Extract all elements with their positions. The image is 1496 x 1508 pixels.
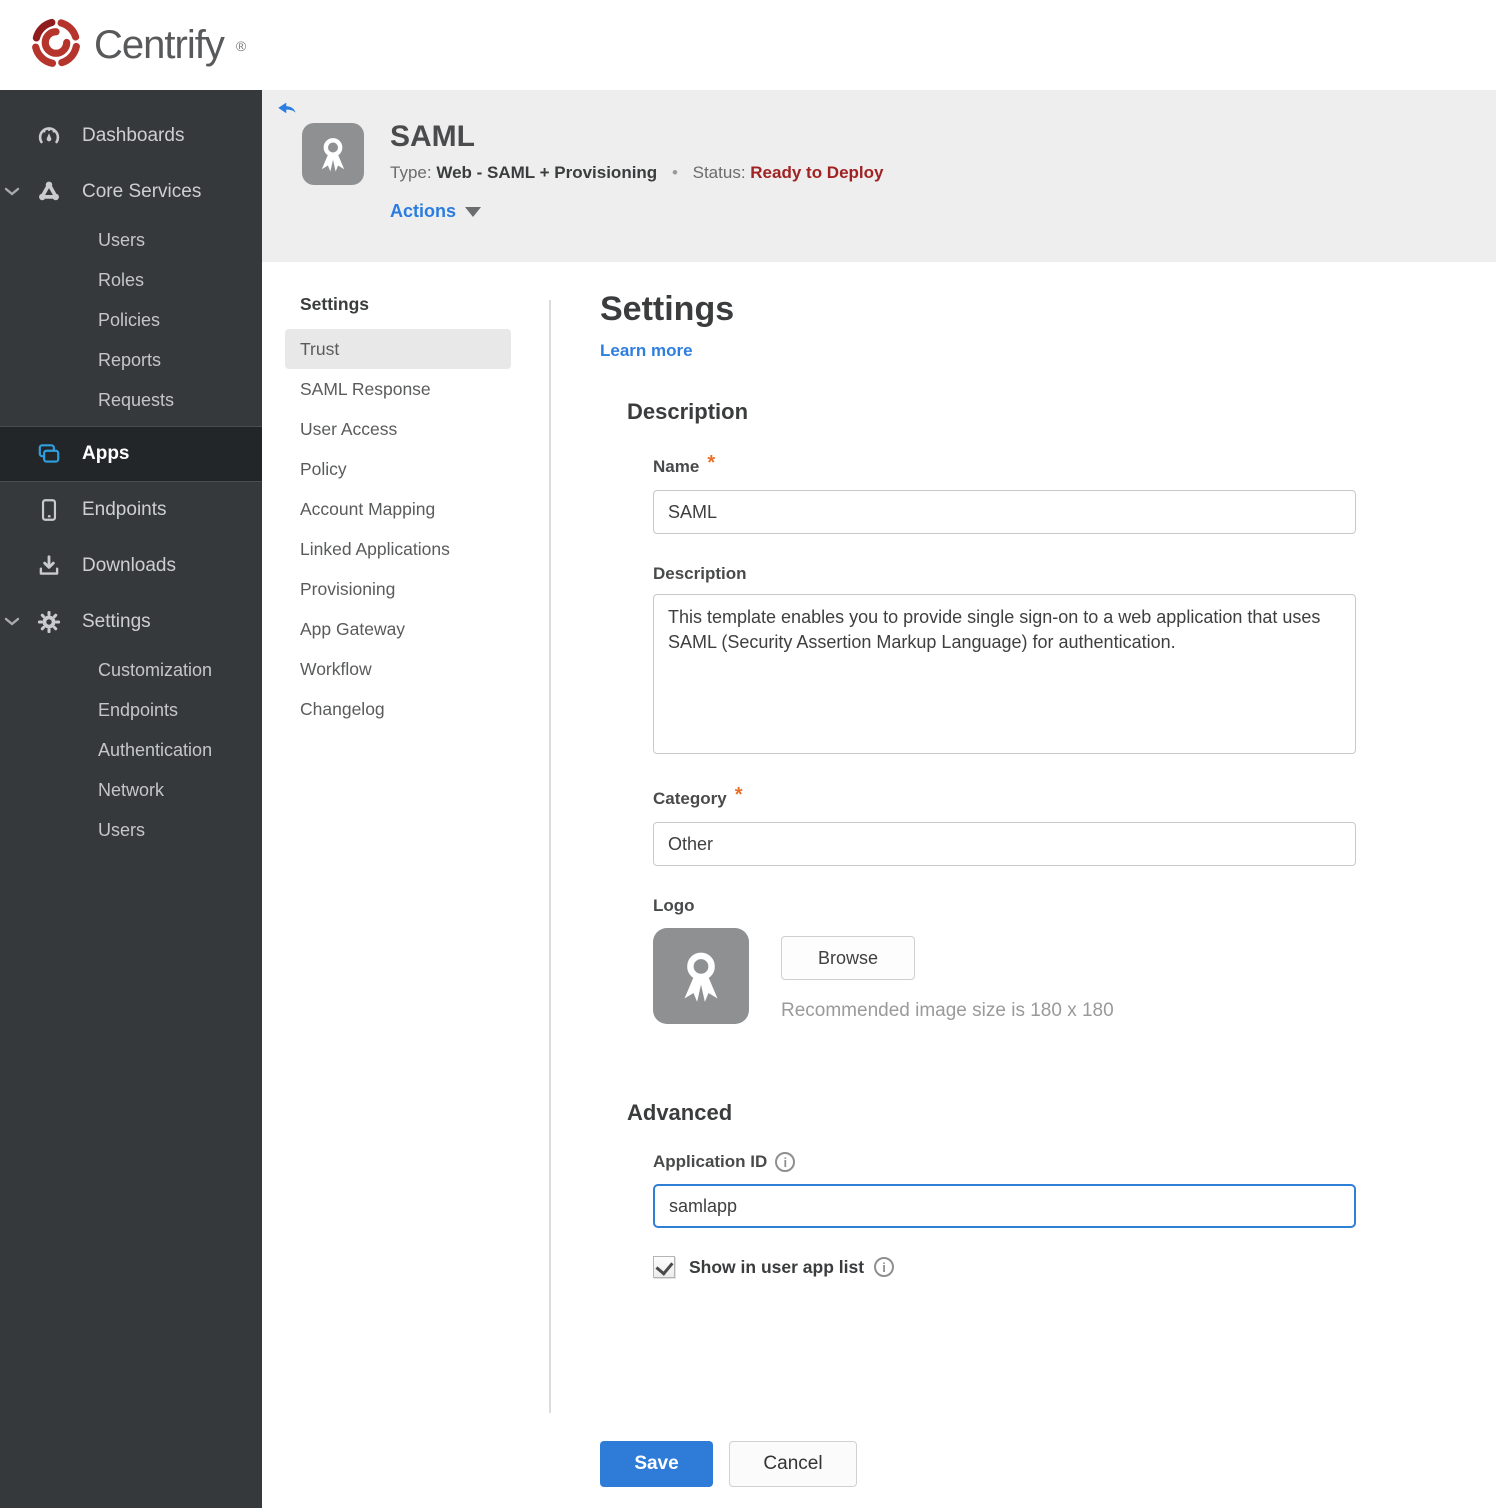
- application-id-input[interactable]: [653, 1184, 1356, 1228]
- chevron-down-icon: [4, 181, 20, 203]
- subnav-item-trust[interactable]: Trust: [285, 329, 511, 369]
- description-label: Description: [653, 564, 747, 583]
- sidebar-item-label: Dashboards: [82, 125, 185, 146]
- description-section-heading: Description: [627, 399, 749, 424]
- subnav-item-provisioning[interactable]: Provisioning: [285, 569, 511, 609]
- sidebar-item-label: Core Services: [82, 181, 202, 202]
- sidebar-item-users-settings[interactable]: Users: [0, 810, 262, 850]
- caret-down-icon: [465, 206, 482, 217]
- status-value: Ready to Deploy: [750, 163, 884, 182]
- category-input[interactable]: [653, 822, 1356, 866]
- core-services-icon: [36, 179, 62, 205]
- sidebar-item-downloads[interactable]: Downloads: [0, 538, 262, 594]
- logo-size-hint: Recommended image size is 180 x 180: [781, 1000, 1114, 1021]
- award-icon: [684, 952, 718, 1002]
- app-header: SAML Type: Web - SAML + Provisioning • S…: [262, 90, 1496, 262]
- logo-preview: [653, 928, 749, 1024]
- sidebar-item-endpoints-settings[interactable]: Endpoints: [0, 690, 262, 730]
- subnav-item-workflow[interactable]: Workflow: [285, 649, 511, 689]
- show-in-user-app-list-label: Show in user app list: [689, 1257, 895, 1278]
- app-logo: [302, 123, 364, 185]
- app-title: SAML: [390, 120, 475, 153]
- info-icon[interactable]: [775, 1152, 796, 1172]
- top-bar: Centrify ®: [0, 0, 1496, 90]
- vertical-divider: [549, 300, 551, 1413]
- required-asterisk: *: [734, 784, 743, 806]
- subnav-item-linked-applications[interactable]: Linked Applications: [285, 529, 511, 569]
- sidebar-item-requests[interactable]: Requests: [0, 380, 262, 420]
- name-label: Name *: [653, 452, 716, 476]
- app-meta: Type: Web - SAML + Provisioning • Status…: [390, 163, 883, 183]
- type-value: Web - SAML + Provisioning: [436, 163, 658, 182]
- sidebar-item-reports[interactable]: Reports: [0, 340, 262, 380]
- actions-label: Actions: [390, 201, 457, 221]
- sidebar-item-network[interactable]: Network: [0, 770, 262, 810]
- save-button[interactable]: Save: [600, 1441, 713, 1487]
- logo-label: Logo: [653, 896, 695, 915]
- sidebar-item-label: Endpoints: [82, 499, 167, 520]
- sidebar-item-roles[interactable]: Roles: [0, 260, 262, 300]
- required-asterisk: *: [707, 452, 716, 474]
- subnav-header: Settings: [300, 294, 370, 314]
- meta-separator: •: [671, 163, 678, 182]
- sidebar: Dashboards Core Services Users Roles Pol…: [0, 90, 262, 1508]
- category-label: Category *: [653, 784, 743, 808]
- sidebar-item-label: Downloads: [82, 555, 176, 576]
- sidebar-item-label: Settings: [82, 611, 151, 632]
- sidebar-item-authentication[interactable]: Authentication: [0, 730, 262, 770]
- apps-icon: [36, 441, 62, 467]
- browse-button[interactable]: Browse: [781, 936, 915, 980]
- back-arrow-icon[interactable]: [276, 96, 298, 118]
- brand-logo[interactable]: Centrify ®: [28, 14, 246, 77]
- show-in-user-app-list-checkbox[interactable]: [653, 1256, 675, 1278]
- chevron-down-icon: [4, 611, 20, 633]
- brand-name: Centrify: [94, 23, 225, 67]
- subnav-item-saml-response[interactable]: SAML Response: [285, 369, 511, 409]
- download-icon: [36, 553, 62, 579]
- sidebar-item-policies[interactable]: Policies: [0, 300, 262, 340]
- learn-more-link[interactable]: Learn more: [600, 341, 693, 361]
- subnav-item-app-gateway[interactable]: App Gateway: [285, 609, 511, 649]
- subnav-item-changelog[interactable]: Changelog: [285, 689, 511, 729]
- name-input[interactable]: [653, 490, 1356, 534]
- advanced-section-heading: Advanced: [627, 1100, 733, 1125]
- sidebar-item-core-services[interactable]: Core Services: [0, 164, 262, 220]
- sidebar-item-settings[interactable]: Settings: [0, 594, 262, 650]
- sidebar-item-dashboards[interactable]: Dashboards: [0, 108, 262, 164]
- brand-trademark: ®: [235, 37, 247, 54]
- application-id-label: Application ID: [653, 1152, 1356, 1172]
- subnav-item-policy[interactable]: Policy: [285, 449, 511, 489]
- award-icon: [321, 138, 345, 172]
- sidebar-item-users[interactable]: Users: [0, 220, 262, 260]
- sidebar-item-endpoints[interactable]: Endpoints: [0, 482, 262, 538]
- description-textarea[interactable]: This template enables you to provide sin…: [653, 594, 1356, 754]
- actions-dropdown[interactable]: Actions: [390, 201, 482, 222]
- info-icon[interactable]: [874, 1257, 895, 1277]
- sidebar-item-customization[interactable]: Customization: [0, 650, 262, 690]
- centrify-logo-icon: [28, 14, 84, 77]
- form-actions: Save Cancel: [600, 1441, 857, 1487]
- phone-icon: [36, 497, 62, 523]
- gear-icon: [36, 609, 62, 635]
- status-label: Status:: [692, 163, 746, 182]
- page-title: Settings: [600, 290, 735, 328]
- sidebar-item-label: Apps: [82, 443, 130, 464]
- cancel-button[interactable]: Cancel: [729, 1441, 857, 1487]
- type-label: Type:: [390, 163, 432, 182]
- settings-subnav: Settings Trust SAML Response User Access…: [285, 294, 511, 729]
- subnav-item-account-mapping[interactable]: Account Mapping: [285, 489, 511, 529]
- gauge-icon: [36, 123, 62, 149]
- main-content: Settings Learn more Description Name * D…: [600, 290, 1362, 1278]
- subnav-item-user-access[interactable]: User Access: [285, 409, 511, 449]
- sidebar-item-apps[interactable]: Apps: [0, 426, 262, 482]
